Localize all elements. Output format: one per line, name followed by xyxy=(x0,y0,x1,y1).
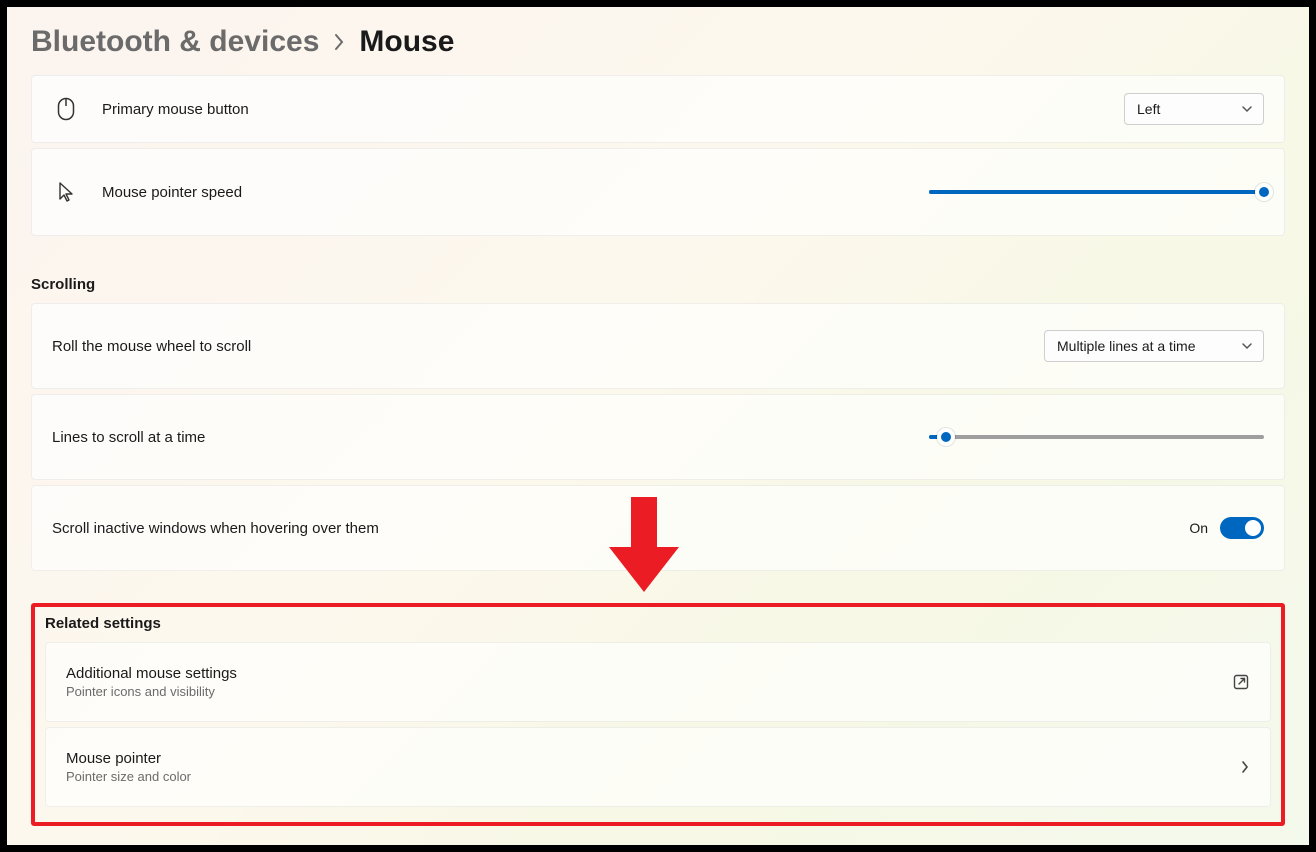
link-subtitle: Pointer icons and visibility xyxy=(66,684,237,699)
toggle-switch[interactable] xyxy=(1220,517,1264,539)
cursor-icon xyxy=(52,181,80,203)
annotation-highlight-box: Related settings Additional mouse settin… xyxy=(31,603,1285,826)
setting-label: Primary mouse button xyxy=(102,101,249,118)
dropdown-value: Multiple lines at a time xyxy=(1057,338,1196,354)
setting-label: Scroll inactive windows when hovering ov… xyxy=(52,520,379,537)
lines-scroll-slider[interactable] xyxy=(929,427,1264,447)
open-external-icon xyxy=(1232,673,1250,691)
setting-inactive-scroll: Scroll inactive windows when hovering ov… xyxy=(31,485,1285,571)
inactive-scroll-toggle[interactable]: On xyxy=(1189,517,1264,539)
setting-primary-mouse-button: Primary mouse button Left xyxy=(31,75,1285,143)
section-heading-scrolling: Scrolling xyxy=(31,276,1285,293)
section-heading-related: Related settings xyxy=(45,615,1271,632)
setting-label: Roll the mouse wheel to scroll xyxy=(52,338,251,355)
chevron-right-icon xyxy=(1240,759,1250,775)
breadcrumb-parent[interactable]: Bluetooth & devices xyxy=(31,25,319,59)
slider-thumb[interactable] xyxy=(1255,183,1273,201)
slider-track xyxy=(929,435,1264,439)
link-title: Additional mouse settings xyxy=(66,665,237,682)
mouse-icon xyxy=(52,97,80,121)
page-title: Mouse xyxy=(359,25,454,59)
link-mouse-pointer[interactable]: Mouse pointer Pointer size and color xyxy=(45,727,1271,807)
primary-button-dropdown[interactable]: Left xyxy=(1124,93,1264,125)
setting-wheel-scroll: Roll the mouse wheel to scroll Multiple … xyxy=(31,303,1285,389)
slider-thumb[interactable] xyxy=(937,428,955,446)
link-additional-mouse-settings[interactable]: Additional mouse settings Pointer icons … xyxy=(45,642,1271,722)
toggle-state-label: On xyxy=(1189,520,1208,536)
wheel-scroll-dropdown[interactable]: Multiple lines at a time xyxy=(1044,330,1264,362)
link-subtitle: Pointer size and color xyxy=(66,769,191,784)
dropdown-value: Left xyxy=(1137,101,1160,117)
setting-label: Lines to scroll at a time xyxy=(52,429,205,446)
setting-lines-scroll: Lines to scroll at a time xyxy=(31,394,1285,480)
chevron-down-icon xyxy=(1241,342,1253,350)
setting-pointer-speed: Mouse pointer speed xyxy=(31,148,1285,236)
toggle-knob xyxy=(1245,520,1261,536)
chevron-right-icon xyxy=(333,33,345,51)
settings-mouse-page: Bluetooth & devices Mouse Primary mouse … xyxy=(0,0,1316,852)
breadcrumb: Bluetooth & devices Mouse xyxy=(31,25,1285,59)
setting-label: Mouse pointer speed xyxy=(102,184,242,201)
pointer-speed-slider[interactable] xyxy=(929,182,1264,202)
link-title: Mouse pointer xyxy=(66,750,191,767)
slider-fill xyxy=(929,190,1264,194)
chevron-down-icon xyxy=(1241,105,1253,113)
